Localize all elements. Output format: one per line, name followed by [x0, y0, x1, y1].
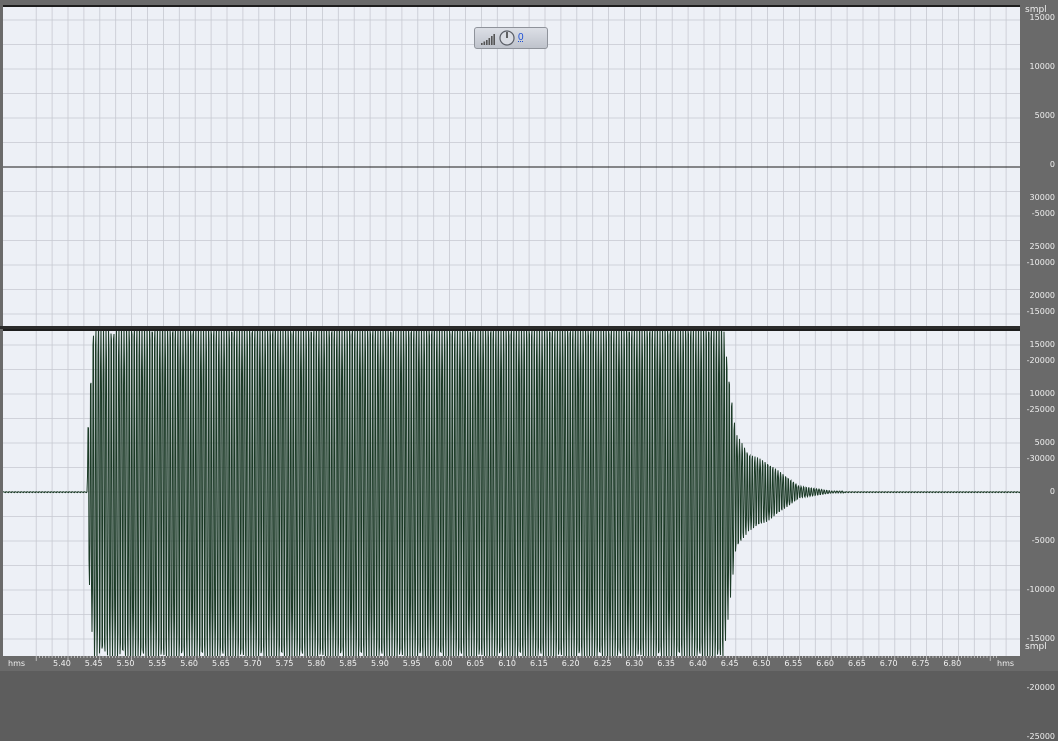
channel-2-waveform-line	[3, 331, 1020, 657]
volume-bars-icon	[481, 34, 495, 45]
time-tick-label: 5.95	[402, 659, 421, 668]
ch1-tick-label: 0	[1049, 160, 1055, 169]
ch1-tick-label: 15000	[1029, 13, 1055, 22]
volume-value[interactable]: 0	[518, 32, 524, 43]
amplitude-unit-bottom: smpl	[1025, 642, 1047, 652]
time-tick-label: 6.70	[879, 659, 898, 668]
ch1-tick-label: -10000	[1026, 258, 1055, 267]
time-tick-label: 6.45	[720, 659, 739, 668]
time-tick-label: 6.00	[434, 659, 453, 668]
time-tick-label: 5.45	[84, 659, 103, 668]
time-tick-label: 6.50	[752, 659, 771, 668]
channel-1-plot	[3, 7, 1020, 329]
ch2-tick-label: 15000	[1029, 340, 1055, 349]
time-ruler[interactable]: hms hms 5.40 5.45 5.50 5.55 5.60 5.65 5.70 5.75…	[0, 656, 1058, 671]
time-tick-label: 5.65	[212, 659, 230, 668]
time-tick-label: 6.35	[657, 659, 675, 668]
time-tick-label: 6.80	[943, 659, 962, 668]
ch1-tick-label: -30000	[1026, 454, 1055, 463]
time-tick-label: 6.05	[466, 659, 485, 668]
ch1-tick-label: -25000	[1026, 405, 1055, 414]
time-tick-label: 5.40	[53, 659, 71, 668]
ch2-tick-label: -10000	[1026, 585, 1055, 594]
time-tick-label: 6.15	[530, 659, 548, 668]
ch1-tick-label: -20000	[1026, 356, 1055, 365]
channel-2-waveform[interactable]	[3, 329, 1020, 657]
channel-1-waveform[interactable]	[3, 5, 1020, 329]
ch2-tick-label: -5000	[1031, 536, 1055, 545]
time-tick-label: 6.30	[625, 659, 644, 668]
ch2-tick-label: 10000	[1029, 389, 1055, 398]
ch2-tick-label: 30000	[1029, 193, 1055, 202]
ch2-tick-label: 5000	[1034, 438, 1055, 447]
time-tick-label: 6.10	[498, 659, 516, 668]
amplitude-ruler: smpl smpl 2500020000150001000050000-5000…	[1020, 0, 1058, 741]
ch2-tick-label: 20000	[1029, 291, 1055, 300]
time-tick-label: 5.70	[243, 659, 262, 668]
volume-knob-icon[interactable]	[499, 30, 515, 46]
ch1-tick-label: -15000	[1026, 307, 1055, 316]
ch1-tick-label: 5000	[1034, 111, 1055, 120]
waveform-editor[interactable]: 0 smpl smpl 2500020000150001000050000-50…	[0, 0, 1058, 741]
time-tick-label: 5.80	[307, 659, 326, 668]
time-tick-label: 6.75	[911, 659, 930, 668]
time-tick-label: 5.90	[371, 659, 389, 668]
time-tick-label: 5.60	[180, 659, 198, 668]
ch1-tick-label: 10000	[1029, 62, 1055, 71]
ch2-tick-label: -20000	[1026, 683, 1055, 692]
ch2-tick-label: -15000	[1026, 634, 1055, 643]
time-tick-label: 6.25	[593, 659, 612, 668]
time-tick-label: 5.50	[116, 659, 135, 668]
channel-2-plot	[3, 331, 1020, 657]
ch2-tick-label: 0	[1049, 487, 1055, 496]
time-tick-label: 6.20	[561, 659, 580, 668]
time-tick-label: 5.55	[148, 659, 167, 668]
ch2-tick-label: -25000	[1026, 732, 1055, 741]
ch2-tick-label: 25000	[1029, 242, 1055, 251]
time-tick-label: 6.55	[784, 659, 803, 668]
time-tick-label: 5.75	[275, 659, 294, 668]
time-tick-label: 6.60	[816, 659, 834, 668]
time-tick-label: 6.40	[689, 659, 707, 668]
ch1-tick-label: -5000	[1031, 209, 1055, 218]
time-tick-label: 6.65	[848, 659, 866, 668]
time-tick-label: 5.85	[339, 659, 357, 668]
clip-volume-hud[interactable]: 0	[474, 27, 548, 49]
